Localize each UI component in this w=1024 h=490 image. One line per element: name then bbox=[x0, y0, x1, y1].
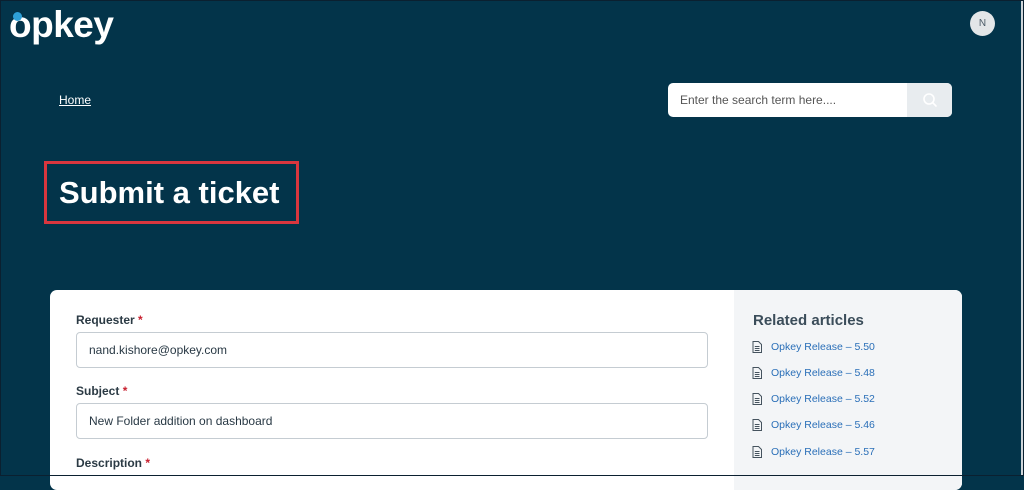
subject-label: Subject * bbox=[76, 384, 128, 398]
breadcrumb-home-link[interactable]: Home bbox=[59, 93, 91, 107]
related-article-link[interactable]: Opkey Release – 5.57 bbox=[752, 446, 875, 458]
user-avatar[interactable]: N bbox=[970, 11, 995, 36]
related-article-link[interactable]: Opkey Release – 5.46 bbox=[752, 419, 875, 431]
required-marker: * bbox=[145, 456, 151, 470]
required-marker: * bbox=[138, 313, 143, 327]
opkey-logo[interactable]: opkey bbox=[9, 3, 114, 47]
document-icon bbox=[752, 446, 762, 458]
logo-text: opkey bbox=[9, 4, 114, 45]
logo-dot-icon bbox=[13, 12, 22, 21]
document-icon bbox=[752, 393, 762, 405]
requester-field[interactable]: nand.kishore@opkey.com bbox=[76, 332, 708, 368]
ticket-form-card: Requester * nand.kishore@opkey.com Subje… bbox=[50, 290, 962, 490]
related-article-link[interactable]: Opkey Release – 5.48 bbox=[752, 367, 875, 379]
avatar-initial: N bbox=[978, 18, 987, 29]
required-marker: * bbox=[122, 384, 128, 398]
requester-label: Requester * bbox=[76, 313, 143, 327]
description-label: Description * bbox=[76, 456, 151, 470]
related-article-link[interactable]: Opkey Release – 5.50 bbox=[752, 341, 875, 353]
requester-value: nand.kishore@opkey.com bbox=[89, 343, 228, 357]
document-icon bbox=[752, 341, 762, 353]
search-bar bbox=[668, 83, 952, 117]
related-article-link[interactable]: Opkey Release – 5.52 bbox=[752, 393, 875, 405]
search-icon bbox=[922, 93, 937, 107]
document-icon bbox=[752, 367, 762, 379]
page-title: Submit a ticket bbox=[59, 175, 280, 210]
search-input[interactable] bbox=[668, 83, 908, 117]
document-icon bbox=[752, 419, 762, 431]
related-articles-panel: Related articles Opkey Release – 5.50 Op… bbox=[734, 290, 962, 490]
subject-field[interactable]: New Folder addition on dashboard bbox=[76, 403, 708, 439]
subject-value: New Folder addition on dashboard bbox=[89, 414, 273, 428]
search-button[interactable] bbox=[907, 83, 952, 117]
related-articles-title: Related articles bbox=[753, 312, 864, 329]
